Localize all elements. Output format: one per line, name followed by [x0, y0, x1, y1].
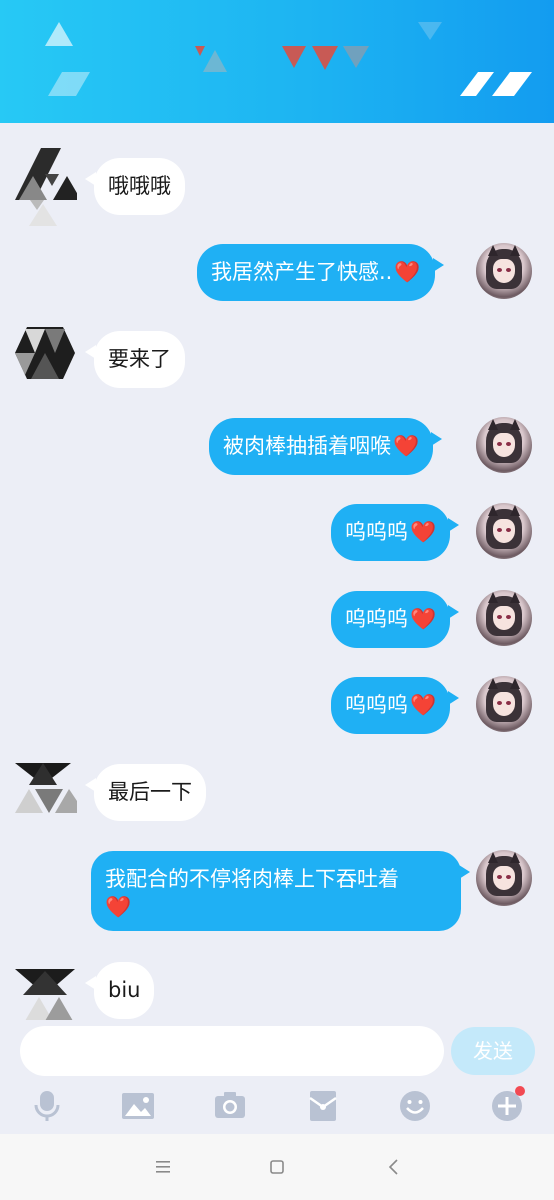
contact-avatar[interactable]	[15, 763, 85, 825]
message-text: 被肉棒抽插着咽喉	[223, 434, 391, 458]
home-icon[interactable]	[264, 1154, 290, 1180]
heart-icon: ❤️	[410, 520, 437, 544]
message-bubble-outgoing[interactable]: 我居然产生了快感..❤️	[197, 244, 444, 301]
notification-dot	[515, 1086, 525, 1096]
plus-icon[interactable]	[487, 1086, 527, 1126]
message-bubble-incoming[interactable]: 哦哦哦	[85, 158, 185, 215]
contact-avatar[interactable]	[15, 327, 77, 389]
contact-avatar[interactable]	[15, 969, 77, 1020]
message-bubble-incoming[interactable]: 最后一下	[85, 764, 206, 821]
menu-icon[interactable]	[150, 1154, 176, 1180]
heart-icon: ❤️	[393, 434, 420, 458]
back-icon[interactable]	[381, 1154, 407, 1180]
message-bubble-outgoing[interactable]: 呜呜呜❤️	[331, 504, 460, 561]
heart-icon: ❤️	[410, 693, 437, 717]
message-text: 呜呜呜	[345, 520, 408, 544]
heart-icon: ❤️	[410, 607, 437, 631]
composer-bar: 发送	[0, 1020, 554, 1082]
camera-icon[interactable]	[210, 1086, 250, 1126]
message-bubble-incoming[interactable]: 要来了	[85, 331, 185, 388]
red-packet-icon[interactable]	[303, 1086, 343, 1126]
my-avatar[interactable]	[476, 676, 532, 732]
contact-avatar[interactable]	[15, 148, 81, 226]
heart-icon: ❤️	[105, 895, 132, 919]
my-avatar[interactable]	[476, 850, 532, 906]
message-text: 呜呜呜	[345, 693, 408, 717]
my-avatar[interactable]	[476, 590, 532, 646]
message-bubble-outgoing[interactable]: 我配合的不停将肉棒上下吞吐着 ❤️	[91, 851, 470, 931]
send-button[interactable]: 发送	[451, 1027, 535, 1075]
message-bubble-outgoing[interactable]: 呜呜呜❤️	[331, 591, 460, 648]
message-text: 呜呜呜	[345, 607, 408, 631]
message-bubble-outgoing[interactable]: 被肉棒抽插着咽喉❤️	[209, 418, 443, 475]
message-text: biu	[108, 978, 141, 1002]
chat-header	[0, 0, 554, 123]
heart-icon: ❤️	[394, 260, 421, 284]
message-text: 最后一下	[108, 780, 192, 804]
my-avatar[interactable]	[476, 243, 532, 299]
message-input[interactable]	[20, 1026, 444, 1076]
image-icon[interactable]	[118, 1086, 158, 1126]
composer-toolbar	[0, 1082, 554, 1134]
message-text: 我居然产生了快感..	[211, 260, 393, 284]
my-avatar[interactable]	[476, 503, 532, 559]
system-navigation-bar	[0, 1134, 554, 1200]
message-text: 哦哦哦	[108, 174, 171, 198]
my-avatar[interactable]	[476, 417, 532, 473]
message-text: 我配合的不停将肉棒上下吞吐着	[105, 867, 399, 891]
emoji-icon[interactable]	[395, 1086, 435, 1126]
header-decoration	[45, 22, 532, 96]
message-text: 要来了	[108, 347, 171, 371]
message-bubble-incoming[interactable]: biu	[84, 962, 155, 1019]
microphone-icon[interactable]	[27, 1086, 67, 1126]
message-bubble-outgoing[interactable]: 呜呜呜❤️	[331, 677, 460, 734]
chat-area[interactable]: 哦哦哦 我居然产生了快感..❤️ 要来了 被肉棒抽插着咽喉❤️ 呜呜呜❤️ 呜呜…	[0, 123, 554, 1020]
